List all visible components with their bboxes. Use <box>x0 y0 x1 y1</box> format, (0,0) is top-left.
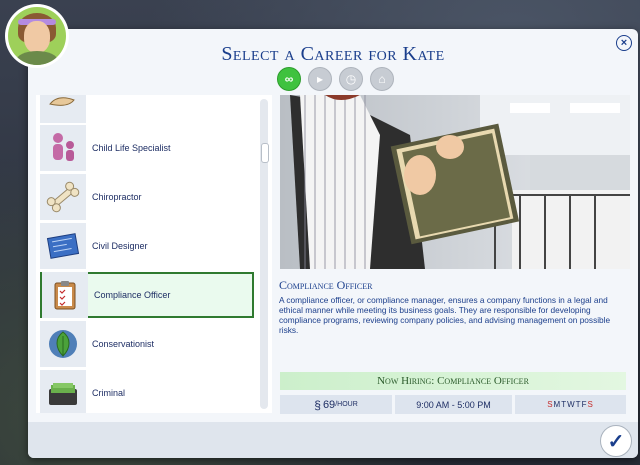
now-hiring-banner: Now Hiring: Compliance Officer <box>280 372 626 390</box>
simoleon-icon: § <box>314 397 321 412</box>
schedule-filter-icon[interactable]: ◷ <box>339 67 363 91</box>
career-list: Child Life Specialist Chiropractor Civil… <box>36 95 272 413</box>
scrollbar-thumb[interactable] <box>261 143 269 163</box>
day-wednesday: W <box>567 400 576 409</box>
confirm-checkmark-icon[interactable]: ✓ <box>600 425 632 457</box>
list-item[interactable]: Child Life Specialist <box>40 125 254 171</box>
career-photo <box>280 95 630 269</box>
infinity-filter-icon[interactable]: ∞ <box>277 67 301 91</box>
dialog-footer <box>28 422 638 458</box>
career-stats: § 69 /HOUR 9:00 AM - 5:00 PM S M T W T F… <box>280 395 626 414</box>
parent-child-icon <box>40 125 86 171</box>
pay-unit: /HOUR <box>335 401 358 408</box>
list-item[interactable]: Conservationist <box>40 321 254 367</box>
selected-career-title: Compliance Officer <box>279 278 373 292</box>
bone-icon <box>40 174 86 220</box>
career-dialog: Select a Career for Kate × ∞ ▸ ◷ ⌂ Child… <box>28 29 638 458</box>
career-label: Compliance Officer <box>94 290 171 300</box>
filter-bar: ∞ ▸ ◷ ⌂ <box>277 67 394 91</box>
day-saturday: S <box>587 400 594 409</box>
cash-briefcase-icon <box>40 370 86 413</box>
clipboard-icon <box>42 272 88 318</box>
career-description: A compliance officer, or compliance mana… <box>279 295 611 335</box>
list-item[interactable] <box>40 95 254 123</box>
career-label: Conservationist <box>92 339 155 349</box>
career-label: Child Life Specialist <box>92 143 171 153</box>
career-label: Chiropractor <box>92 192 142 202</box>
work-hours: 9:00 AM - 5:00 PM <box>395 395 512 414</box>
leaf-globe-icon <box>40 321 86 367</box>
list-item[interactable]: Chiropractor <box>40 174 254 220</box>
pay-rate: § 69 /HOUR <box>280 395 392 414</box>
blueprint-icon <box>40 223 86 269</box>
list-item[interactable]: Criminal <box>40 370 254 413</box>
career-label: Civil Designer <box>92 241 148 251</box>
pay-value: 69 <box>322 398 336 411</box>
day-monday: M <box>553 400 562 409</box>
list-item[interactable]: Civil Designer <box>40 223 254 269</box>
work-from-home-filter-icon[interactable]: ⌂ <box>370 67 394 91</box>
dialog-title: Select a Career for Kate <box>221 43 445 65</box>
list-item-selected[interactable]: Compliance Officer <box>40 272 254 318</box>
career-label: Criminal <box>92 388 126 398</box>
close-icon[interactable]: × <box>616 35 632 51</box>
work-days: S M T W T F S <box>515 395 626 414</box>
part-time-filter-icon[interactable]: ▸ <box>308 67 332 91</box>
partial-icon <box>40 95 86 123</box>
sim-avatar <box>5 4 69 68</box>
